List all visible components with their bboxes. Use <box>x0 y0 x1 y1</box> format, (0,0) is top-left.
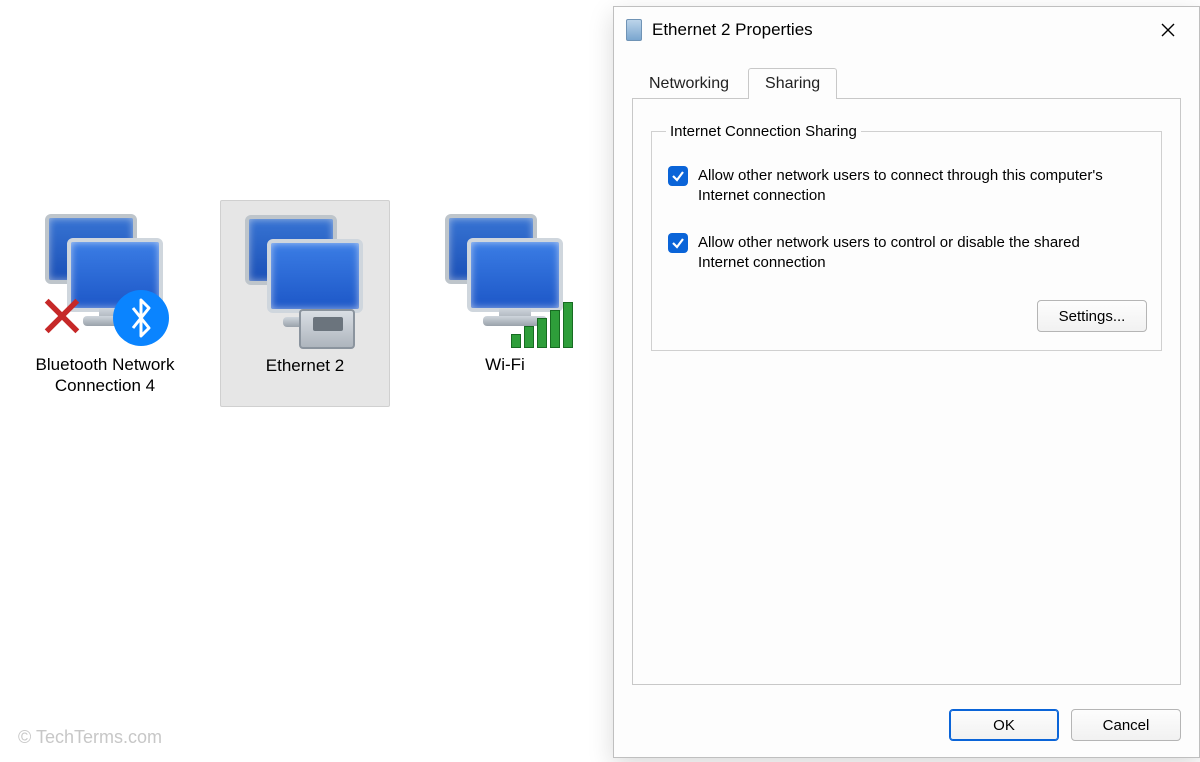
monitor-pair-icon <box>235 209 375 349</box>
ics-group: Internet Connection Sharing Allow other … <box>651 123 1162 351</box>
tab-strip: Networking Sharing <box>614 53 1199 98</box>
watermark: © TechTerms.com <box>18 727 162 748</box>
allow-connect-row: Allow other network users to connect thr… <box>668 166 1145 205</box>
ok-button[interactable]: OK <box>949 709 1059 741</box>
connection-label: Wi-Fi <box>485 354 525 375</box>
connection-bluetooth[interactable]: Bluetooth Network Connection 4 <box>20 200 190 407</box>
check-icon <box>671 236 685 250</box>
tab-sharing[interactable]: Sharing <box>748 68 837 99</box>
tab-networking[interactable]: Networking <box>632 68 746 99</box>
window-title: Ethernet 2 Properties <box>652 20 1145 40</box>
monitor-pair-icon <box>35 208 175 348</box>
adapter-icon <box>626 19 642 41</box>
connection-label: Ethernet 2 <box>266 355 344 376</box>
connection-label: Bluetooth Network Connection 4 <box>24 354 186 397</box>
ethernet-plug-icon <box>299 309 355 349</box>
error-x-icon <box>39 293 85 342</box>
allow-connect-label: Allow other network users to connect thr… <box>698 166 1118 205</box>
dialog-button-row: OK Cancel <box>614 699 1199 757</box>
allow-control-checkbox[interactable] <box>668 233 688 253</box>
bluetooth-icon <box>113 290 169 346</box>
group-title: Internet Connection Sharing <box>666 123 861 140</box>
properties-dialog: Ethernet 2 Properties Networking Sharing… <box>613 6 1200 758</box>
check-icon <box>671 169 685 183</box>
cancel-button[interactable]: Cancel <box>1071 709 1181 741</box>
connection-ethernet2[interactable]: Ethernet 2 <box>220 200 390 407</box>
network-connections-list: Bluetooth Network Connection 4 Ethernet … <box>0 200 590 407</box>
allow-control-row: Allow other network users to control or … <box>668 233 1145 272</box>
titlebar: Ethernet 2 Properties <box>614 7 1199 53</box>
close-button[interactable] <box>1145 14 1191 46</box>
settings-button[interactable]: Settings... <box>1037 300 1147 332</box>
tab-panel-sharing: Internet Connection Sharing Allow other … <box>632 98 1181 685</box>
allow-control-label: Allow other network users to control or … <box>698 233 1118 272</box>
wifi-bars-icon <box>511 302 573 348</box>
monitor-pair-icon <box>435 208 575 348</box>
connection-wifi[interactable]: Wi-Fi <box>420 200 590 407</box>
close-icon <box>1161 23 1175 37</box>
allow-connect-checkbox[interactable] <box>668 166 688 186</box>
